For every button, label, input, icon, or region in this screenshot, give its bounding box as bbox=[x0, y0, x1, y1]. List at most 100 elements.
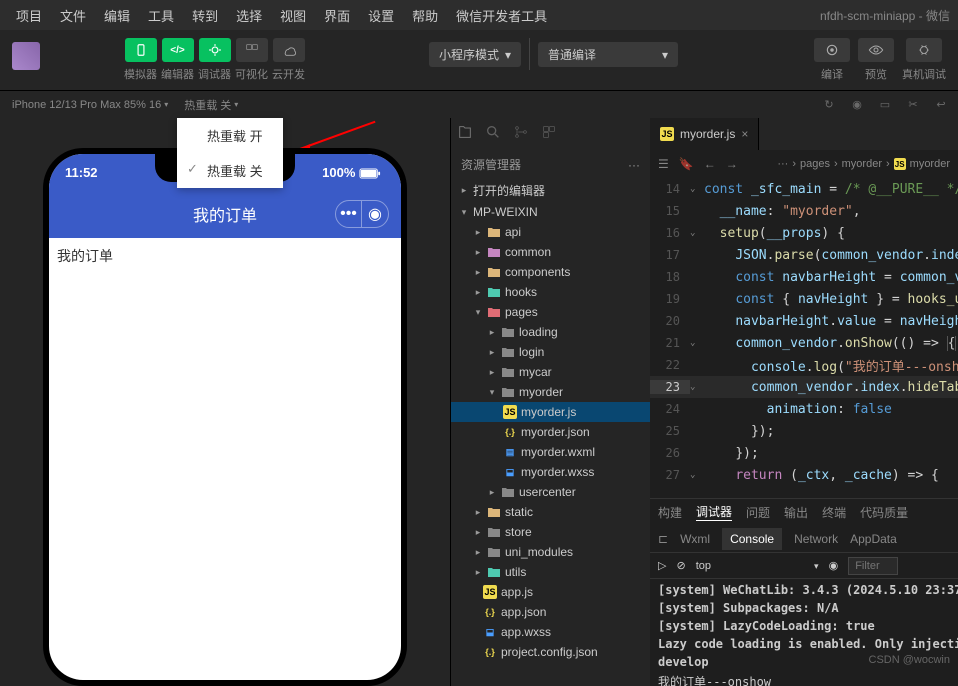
menu-settings[interactable]: 设置 bbox=[360, 2, 402, 29]
explorer-tab-icon[interactable] bbox=[457, 124, 477, 144]
file-app-json[interactable]: {.}app.json bbox=[451, 602, 650, 622]
folder-loading[interactable]: ▸loading bbox=[451, 322, 650, 342]
device-selector[interactable]: iPhone 12/13 Pro Max 85% 16▾ bbox=[8, 97, 172, 113]
menu-view[interactable]: 视图 bbox=[272, 2, 314, 29]
file-myorder-wxml[interactable]: ▤myorder.wxml bbox=[451, 442, 650, 462]
menu-interface[interactable]: 界面 bbox=[316, 2, 358, 29]
play-icon[interactable]: ▷ bbox=[658, 559, 666, 572]
close-tab-icon[interactable]: × bbox=[741, 127, 748, 141]
real-debug-label: 真机调试 bbox=[902, 66, 946, 82]
folder-utils[interactable]: ▸utils bbox=[451, 562, 650, 582]
console-line: [system] Subpackages: N/A bbox=[658, 599, 950, 617]
back-arrow-icon[interactable]: ↩ bbox=[932, 96, 950, 114]
tab-console[interactable]: Console bbox=[722, 528, 782, 550]
hot-reload-on[interactable]: 热重载 开 bbox=[177, 118, 283, 153]
cloud-button[interactable] bbox=[273, 38, 305, 62]
tab-wxml[interactable]: Wxml bbox=[680, 532, 710, 546]
compile-button[interactable] bbox=[814, 38, 850, 62]
nav-fwd-icon[interactable]: → bbox=[726, 157, 738, 171]
status-time: 11:52 bbox=[65, 165, 98, 180]
file-myorder-wxss[interactable]: ⬓myorder.wxss bbox=[451, 462, 650, 482]
compile-mode-dropdown[interactable]: 普通编译▾ bbox=[538, 42, 678, 67]
menu-file[interactable]: 文件 bbox=[52, 2, 94, 29]
tab-problems[interactable]: 问题 bbox=[746, 504, 770, 521]
hot-reload-off[interactable]: 热重载 关 bbox=[177, 153, 283, 188]
menu-help[interactable]: 帮助 bbox=[404, 2, 446, 29]
menu-tools[interactable]: 工具 bbox=[140, 2, 182, 29]
filter-input[interactable] bbox=[848, 557, 898, 575]
console-output[interactable]: [system] WeChatLib: 3.4.3 (2024.5.10 23:… bbox=[650, 579, 958, 686]
menu-edit[interactable]: 编辑 bbox=[96, 2, 138, 29]
open-editors-section[interactable]: ▸打开的编辑器 bbox=[451, 179, 650, 202]
code-area[interactable]: 14⌄const _sfc_main = /* @__PURE__ */ com… bbox=[650, 178, 958, 498]
capsule-menu[interactable]: ••• bbox=[336, 201, 362, 227]
folder-store[interactable]: ▸store bbox=[451, 522, 650, 542]
menu-goto[interactable]: 转到 bbox=[184, 2, 226, 29]
file-app-js[interactable]: JSapp.js bbox=[451, 582, 650, 602]
file-tree: ▸打开的编辑器 ▾MP-WEIXIN ▸api ▸common ▸compone… bbox=[451, 179, 650, 686]
tab-appdata[interactable]: AppData bbox=[850, 532, 897, 546]
folder-hooks[interactable]: ▸hooks bbox=[451, 282, 650, 302]
folder-static[interactable]: ▸static bbox=[451, 502, 650, 522]
device-icon[interactable]: ▭ bbox=[876, 96, 894, 114]
real-debug-button[interactable] bbox=[906, 38, 942, 62]
tab-quality[interactable]: 代码质量 bbox=[860, 504, 908, 521]
file-myorder-json[interactable]: {.}myorder.json bbox=[451, 422, 650, 442]
tab-output[interactable]: 输出 bbox=[784, 504, 808, 521]
tab-debugger[interactable]: 调试器 bbox=[696, 503, 732, 521]
ext-tab-icon[interactable] bbox=[541, 124, 561, 144]
eye-icon[interactable]: ◉ bbox=[829, 559, 839, 572]
folder-myorder[interactable]: ▾myorder bbox=[451, 382, 650, 402]
menu-select[interactable]: 选择 bbox=[228, 2, 270, 29]
tab-network[interactable]: Network bbox=[794, 532, 838, 546]
breadcrumb[interactable]: ···› pages› myorder› JSmyorder bbox=[777, 158, 950, 170]
tab-build[interactable]: 构建 bbox=[658, 504, 682, 521]
device-bar: iPhone 12/13 Pro Max 85% 16▾ 热重载 关▾ ↻ ◉ … bbox=[0, 90, 958, 118]
folder-uni-modules[interactable]: ▸uni_modules bbox=[451, 542, 650, 562]
simulator-button[interactable] bbox=[125, 38, 157, 62]
more-icon[interactable]: ··· bbox=[628, 158, 640, 172]
visualize-button[interactable] bbox=[236, 38, 268, 62]
menu-project[interactable]: 项目 bbox=[8, 2, 50, 29]
explorer-title: 资源管理器··· bbox=[451, 150, 650, 179]
folder-usercenter[interactable]: ▸usercenter bbox=[451, 482, 650, 502]
capsule-close[interactable]: ◉ bbox=[362, 201, 388, 227]
folder-login[interactable]: ▸login bbox=[451, 342, 650, 362]
record-icon[interactable]: ◉ bbox=[848, 96, 866, 114]
watermark: CSDN @wocwin bbox=[869, 654, 950, 666]
cut-icon[interactable]: ✂ bbox=[904, 96, 922, 114]
refresh-icon[interactable]: ↻ bbox=[820, 96, 838, 114]
collapse-icon[interactable]: ☰ bbox=[658, 157, 669, 171]
editor-tab-myorder[interactable]: JSmyorder.js× bbox=[650, 118, 759, 150]
file-myorder-js[interactable]: JSmyorder.js bbox=[451, 402, 650, 422]
context-dropdown[interactable]: top ▾ bbox=[696, 560, 819, 572]
folder-common[interactable]: ▸common bbox=[451, 242, 650, 262]
root-folder[interactable]: ▾MP-WEIXIN bbox=[451, 202, 650, 222]
user-avatar[interactable] bbox=[12, 42, 40, 70]
devtools-toggle-icon[interactable]: ⊏ bbox=[658, 532, 668, 546]
bookmark-icon[interactable]: 🔖 bbox=[679, 157, 694, 171]
nav-back-icon[interactable]: ← bbox=[704, 157, 716, 171]
editor-label: 编辑器 bbox=[161, 66, 194, 82]
folder-mycar[interactable]: ▸mycar bbox=[451, 362, 650, 382]
file-app-wxss[interactable]: ⬓app.wxss bbox=[451, 622, 650, 642]
menu-wechat-devtools[interactable]: 微信开发者工具 bbox=[448, 2, 555, 29]
git-tab-icon[interactable] bbox=[513, 124, 533, 144]
file-project-config[interactable]: {.}project.config.json bbox=[451, 642, 650, 662]
window-title: nfdh-scm-miniapp - 微信 bbox=[820, 7, 950, 24]
folder-pages[interactable]: ▾pages bbox=[451, 302, 650, 322]
folder-components[interactable]: ▸components bbox=[451, 262, 650, 282]
program-mode-dropdown[interactable]: 小程序模式▾ bbox=[429, 42, 521, 67]
editor-button[interactable]: </> bbox=[162, 38, 194, 62]
search-tab-icon[interactable] bbox=[485, 124, 505, 144]
file-explorer: 资源管理器··· ▸打开的编辑器 ▾MP-WEIXIN ▸api ▸common… bbox=[450, 118, 650, 686]
hot-reload-dropdown[interactable]: 热重载 关▾ bbox=[180, 95, 242, 115]
capsule: ••• ◉ bbox=[335, 200, 389, 228]
console-tabs: ⊏ Wxml Console Network AppData bbox=[650, 525, 958, 553]
folder-api[interactable]: ▸api bbox=[451, 222, 650, 242]
tab-terminal[interactable]: 终端 bbox=[822, 504, 846, 521]
menu-bar: 项目 文件 编辑 工具 转到 选择 视图 界面 设置 帮助 微信开发者工具 nf… bbox=[0, 0, 958, 30]
clear-icon[interactable]: ⊘ bbox=[676, 559, 685, 572]
preview-button[interactable] bbox=[858, 38, 894, 62]
debugger-button[interactable] bbox=[199, 38, 231, 62]
